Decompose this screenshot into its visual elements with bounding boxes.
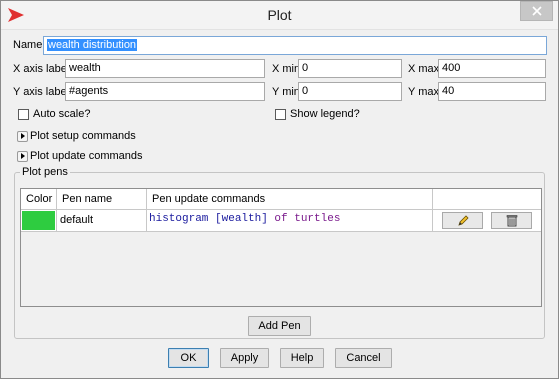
plot-dialog: Plot Name wealth distribution X axis lab… [0, 0, 559, 379]
y-max-field[interactable]: 40 [438, 82, 546, 101]
ok-button[interactable]: OK [168, 348, 209, 368]
update-commands-label[interactable]: Plot update commands [30, 150, 143, 162]
pens-table: Color Pen name Pen update commands defau… [20, 188, 542, 307]
x-min-label: X min [272, 63, 301, 75]
auto-scale-checkbox[interactable] [18, 109, 29, 120]
name-label: Name [13, 39, 43, 51]
auto-scale-label: Auto scale? [33, 108, 91, 120]
table-row[interactable]: default histogram [wealth] of turtles [21, 209, 541, 232]
command-keyword: histogram [wealth] [149, 213, 268, 225]
window-title: Plot [267, 7, 292, 23]
x-max-field[interactable]: 400 [438, 59, 546, 78]
x-min-field[interactable]: 0 [298, 59, 402, 78]
column-header-update-commands: Pen update commands [147, 189, 433, 209]
x-axis-label-field[interactable]: wealth [65, 59, 265, 78]
add-pen-button[interactable]: Add Pen [248, 316, 311, 336]
update-commands-expander[interactable] [17, 151, 28, 162]
x-axis-label-label: X axis label [13, 63, 70, 75]
delete-pen-button[interactable] [491, 212, 532, 229]
column-header-actions [433, 189, 541, 209]
y-max-label: Y max [408, 86, 439, 98]
help-button[interactable]: Help [280, 348, 324, 368]
column-header-color: Color [21, 189, 57, 209]
trash-icon [506, 215, 517, 227]
show-legend-checkbox[interactable] [275, 109, 286, 120]
plot-pens-title: Plot pens [20, 166, 70, 178]
pen-command-cell[interactable]: histogram [wealth] of turtles [147, 210, 433, 231]
y-axis-label-field[interactable]: #agents [65, 82, 265, 101]
setup-commands-expander[interactable] [17, 131, 28, 142]
name-value: wealth distribution [47, 39, 138, 51]
pencil-icon [457, 214, 469, 226]
pen-name-cell[interactable]: default [57, 210, 147, 231]
edit-pen-button[interactable] [442, 212, 483, 229]
x-max-label: X max [408, 63, 440, 75]
y-min-label: Y min [272, 86, 300, 98]
y-axis-label-label: Y axis label [13, 86, 70, 98]
pen-color-cell[interactable] [21, 210, 57, 231]
show-legend-label: Show legend? [290, 108, 360, 120]
name-field[interactable]: wealth distribution [43, 36, 547, 55]
cancel-button[interactable]: Cancel [335, 348, 392, 368]
close-button[interactable] [520, 1, 553, 21]
apply-button[interactable]: Apply [220, 348, 269, 368]
column-header-pen-name: Pen name [57, 189, 147, 209]
pen-color-swatch [22, 211, 55, 230]
command-reporter: of turtles [267, 213, 341, 225]
title-bar: Plot [1, 1, 558, 30]
setup-commands-label[interactable]: Plot setup commands [30, 130, 136, 142]
close-icon [531, 6, 542, 16]
y-min-field[interactable]: 0 [298, 82, 402, 101]
